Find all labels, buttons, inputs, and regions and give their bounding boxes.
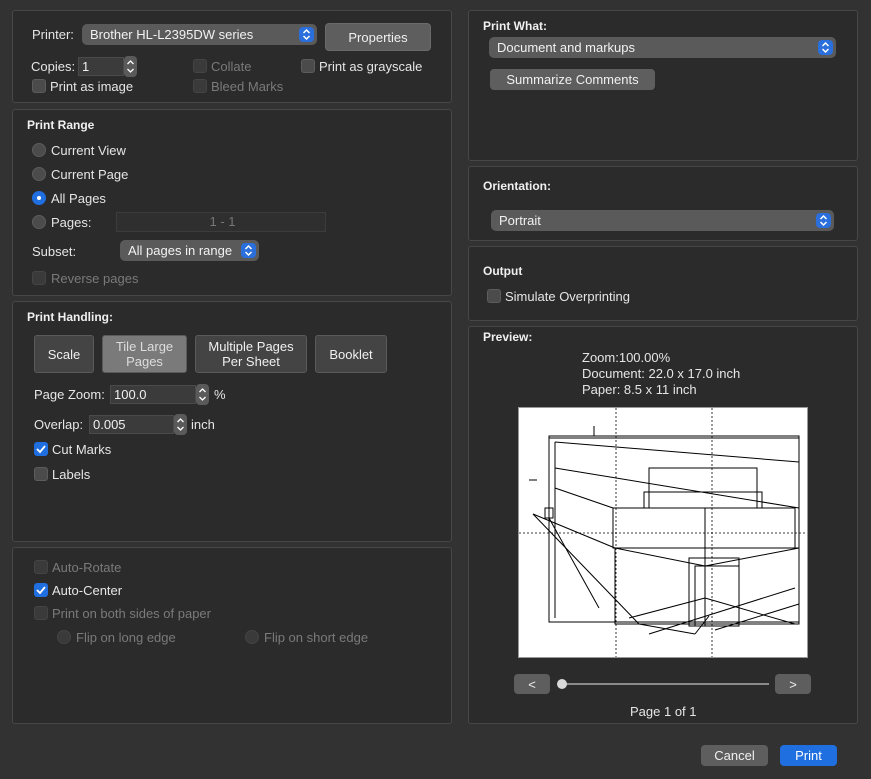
page-slider-thumb[interactable] [557, 679, 567, 689]
subset-select[interactable]: All pages in range [120, 240, 259, 261]
print-button[interactable]: Print [780, 745, 837, 766]
orientation-title: Orientation: [483, 179, 551, 193]
both-sides-checkbox[interactable] [34, 606, 48, 620]
flip-short-label: Flip on short edge [264, 630, 369, 645]
preview-document-size: Document: 22.0 x 17.0 inch [582, 366, 741, 381]
orientation-value: Portrait [499, 213, 541, 228]
bleed-marks-label: Bleed Marks [211, 79, 284, 94]
cut-marks-checkbox[interactable] [34, 442, 48, 456]
auto-rotate-label: Auto-Rotate [52, 560, 122, 575]
auto-center-label: Auto-Center [52, 583, 123, 598]
flip-long-radio[interactable] [57, 630, 71, 644]
bleed-marks-checkbox[interactable] [193, 79, 207, 93]
booklet-tab[interactable]: Booklet [315, 335, 387, 373]
collate-checkbox[interactable] [193, 59, 207, 73]
simulate-overprinting-label: Simulate Overprinting [505, 289, 630, 304]
flip-short-radio[interactable] [245, 630, 259, 644]
both-sides-label: Print on both sides of paper [52, 606, 211, 621]
printer-value: Brother HL-L2395DW series [90, 27, 254, 42]
print-as-image-label: Print as image [50, 79, 134, 94]
tile-large-pages-label: Tile Large Pages [115, 339, 174, 369]
cancel-button[interactable]: Cancel [701, 745, 768, 766]
multiple-pages-label: Multiple Pages Per Sheet [208, 339, 294, 369]
simulate-overprinting-checkbox[interactable] [487, 289, 501, 303]
labels-checkbox[interactable] [34, 467, 48, 481]
printer-label: Printer: [32, 27, 74, 42]
drawing-preview-image [519, 408, 807, 657]
labels-label: Labels [52, 467, 91, 482]
flip-long-label: Flip on long edge [76, 630, 176, 645]
next-page-button[interactable]: > [775, 674, 811, 694]
popup-arrows-icon [241, 243, 256, 258]
print-handling-title: Print Handling: [27, 310, 113, 324]
popup-arrows-icon [818, 40, 833, 55]
subset-label: Subset: [32, 244, 77, 259]
overlap-label: Overlap: [34, 417, 84, 432]
previous-page-button[interactable]: < [514, 674, 550, 694]
page-zoom-field[interactable]: 100.0 [110, 385, 196, 404]
page-zoom-stepper[interactable] [196, 384, 209, 405]
pages-label: Pages: [51, 215, 92, 230]
checkmark-icon [36, 586, 46, 595]
collate-label: Collate [211, 59, 252, 74]
overlap-unit: inch [191, 417, 215, 432]
grayscale-label: Print as grayscale [319, 59, 423, 74]
print-what-select[interactable]: Document and markups [489, 37, 836, 58]
multiple-pages-tab[interactable]: Multiple Pages Per Sheet [195, 335, 307, 373]
all-pages-label: All Pages [51, 191, 106, 206]
preview-title: Preview: [483, 330, 533, 344]
overlap-stepper[interactable] [174, 414, 187, 435]
preview-paper-size: Paper: 8.5 x 11 inch [582, 382, 697, 397]
copies-field[interactable]: 1 [78, 57, 124, 76]
checkmark-icon [36, 445, 46, 454]
scale-tab[interactable]: Scale [34, 335, 94, 373]
print-what-title: Print What: [483, 19, 547, 33]
output-panel [468, 246, 858, 321]
page-zoom-unit: % [214, 387, 226, 402]
current-view-label: Current View [51, 143, 126, 158]
current-page-radio[interactable] [32, 167, 46, 181]
printer-select[interactable]: Brother HL-L2395DW series [82, 24, 317, 45]
preview-page [518, 407, 808, 658]
current-view-radio[interactable] [32, 143, 46, 157]
auto-rotate-checkbox[interactable] [34, 560, 48, 574]
current-page-label: Current Page [51, 167, 129, 182]
copies-stepper[interactable] [124, 56, 137, 77]
auto-center-checkbox[interactable] [34, 583, 48, 597]
preview-zoom: Zoom:100.00% [582, 350, 671, 365]
popup-arrows-icon [816, 213, 831, 228]
popup-arrows-icon [299, 27, 314, 42]
orientation-select[interactable]: Portrait [491, 210, 834, 231]
copies-label: Copies: [31, 59, 76, 74]
print-as-image-checkbox[interactable] [32, 79, 46, 93]
subset-value: All pages in range [128, 243, 233, 258]
grayscale-checkbox[interactable] [301, 59, 315, 73]
reverse-pages-checkbox[interactable] [32, 271, 46, 285]
reverse-pages-label: Reverse pages [51, 271, 139, 286]
properties-button[interactable]: Properties [325, 23, 431, 51]
pages-field[interactable]: 1 - 1 [116, 212, 326, 232]
pages-radio[interactable] [32, 215, 46, 229]
print-range-title: Print Range [27, 118, 95, 132]
page-slider-track[interactable] [562, 683, 769, 685]
all-pages-radio[interactable] [32, 191, 46, 205]
cut-marks-label: Cut Marks [52, 442, 112, 457]
print-what-value: Document and markups [497, 40, 636, 55]
previous-page-label: < [528, 676, 536, 692]
overlap-field[interactable]: 0.005 [89, 415, 174, 434]
output-title: Output [483, 264, 523, 278]
tile-large-pages-tab[interactable]: Tile Large Pages [102, 335, 187, 373]
page-zoom-label: Page Zoom: [34, 387, 105, 402]
summarize-comments-button[interactable]: Summarize Comments [490, 69, 655, 90]
next-page-label: > [789, 676, 797, 692]
page-indicator: Page 1 of 1 [630, 704, 697, 719]
